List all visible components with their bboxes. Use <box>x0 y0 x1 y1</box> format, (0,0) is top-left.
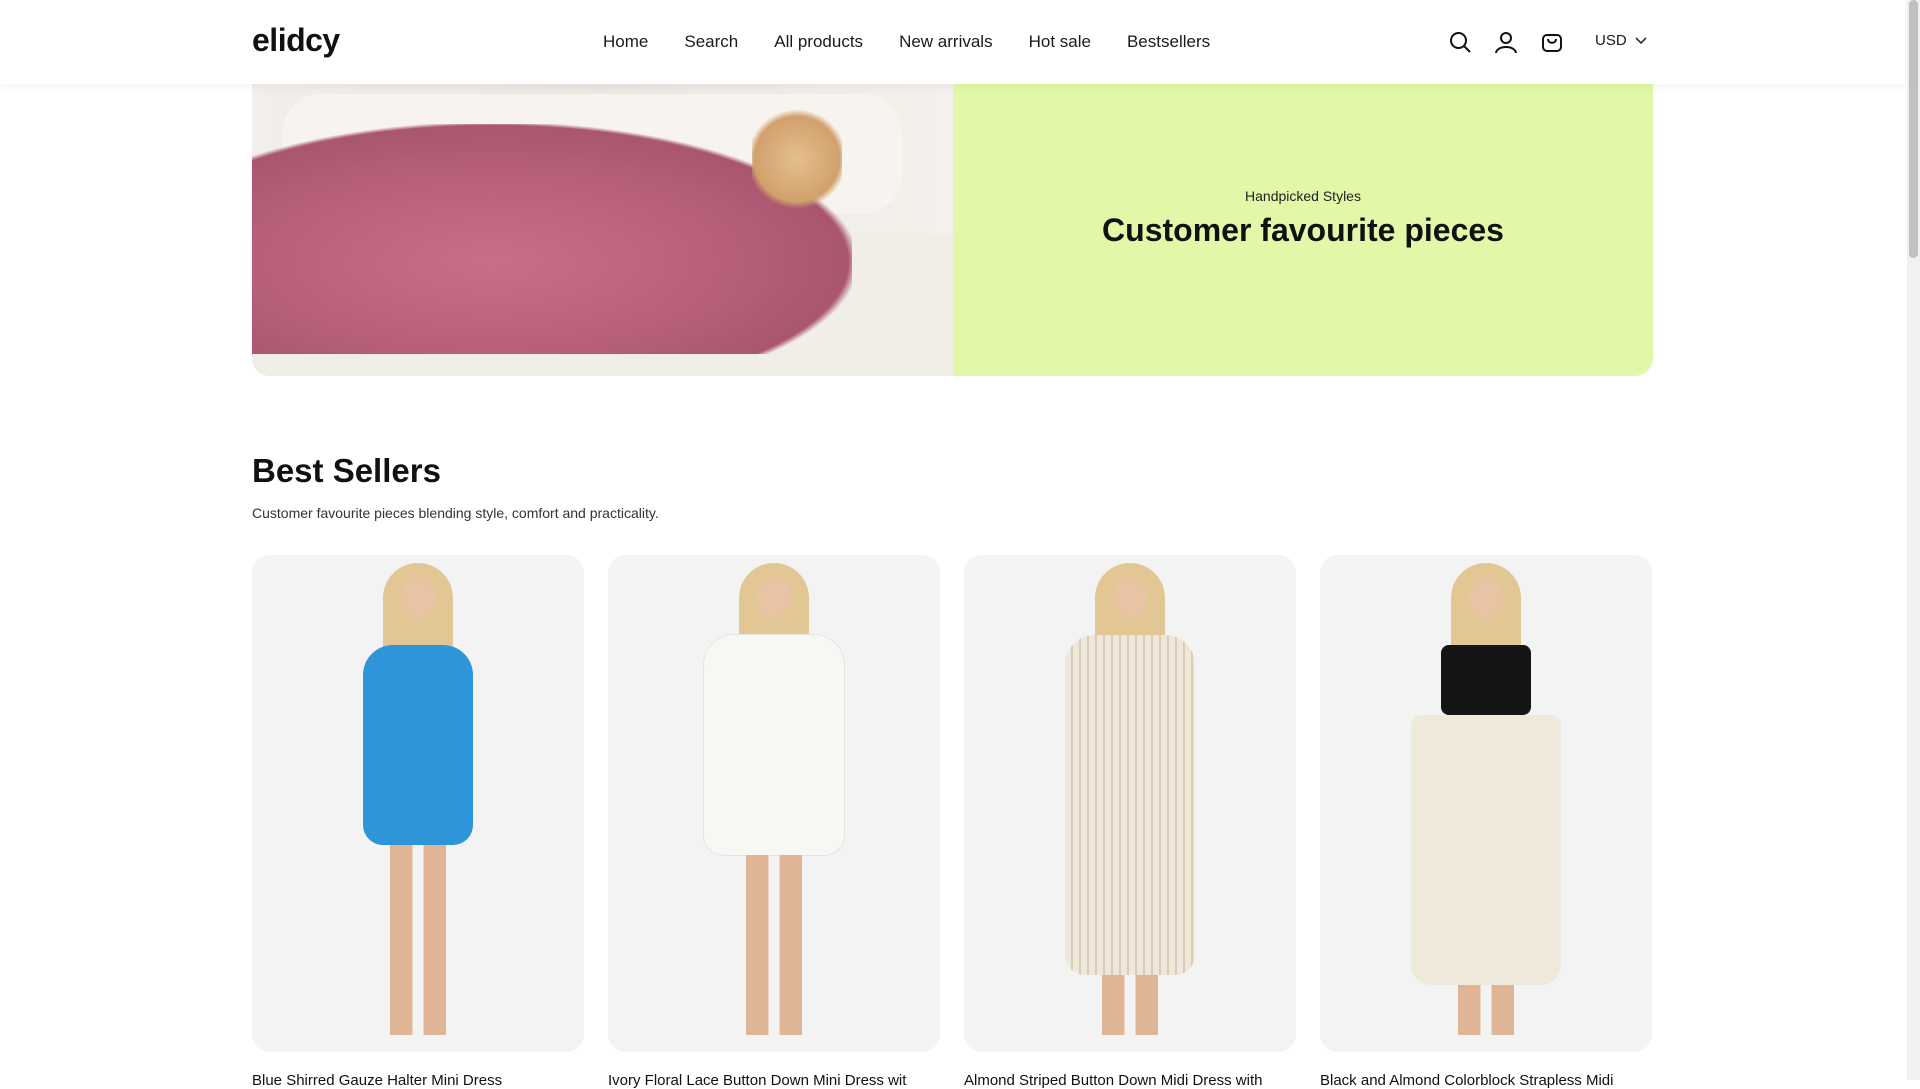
header-actions <box>1448 30 1564 54</box>
product-name[interactable]: Blue Shirred Gauze Halter Mini Dress <box>252 1072 584 1089</box>
nav-hot-sale[interactable]: Hot sale <box>1029 32 1091 52</box>
hero-text-panel: Handpicked Styles Customer favourite pie… <box>953 84 1653 376</box>
product-card[interactable]: Almond Striped Button Down Midi Dress wi… <box>964 555 1296 1089</box>
product-name[interactable]: Ivory Floral Lace Button Down Mini Dress… <box>608 1072 940 1089</box>
product-card[interactable]: Black and Almond Colorblock Strapless Mi… <box>1320 555 1652 1089</box>
nav-bestsellers[interactable]: Bestsellers <box>1127 32 1210 52</box>
hero-banner[interactable]: Handpicked Styles Customer favourite pie… <box>252 84 1653 376</box>
hero-subtitle: Handpicked Styles <box>1245 188 1361 204</box>
scrollbar-thumb[interactable] <box>1909 0 1918 258</box>
cart-icon[interactable] <box>1540 30 1564 54</box>
currency-label: USD <box>1595 32 1627 49</box>
site-header: elidcy Home Search All products New arri… <box>0 0 1905 84</box>
product-name[interactable]: Black and Almond Colorblock Strapless Mi… <box>1320 1072 1652 1089</box>
logo[interactable]: elidcy <box>252 22 340 59</box>
product-card[interactable]: Blue Shirred Gauze Halter Mini Dress <box>252 555 584 1089</box>
section-subtitle: Customer favourite pieces blending style… <box>252 505 659 521</box>
section-title: Best Sellers <box>252 452 441 489</box>
product-name[interactable]: Almond Striped Button Down Midi Dress wi… <box>964 1072 1296 1089</box>
hero-image <box>252 84 953 376</box>
user-icon[interactable] <box>1494 30 1518 54</box>
product-card[interactable]: Ivory Floral Lace Button Down Mini Dress… <box>608 555 940 1089</box>
nav-search[interactable]: Search <box>684 32 738 52</box>
hero-title: Customer favourite pieces <box>1102 212 1504 248</box>
product-image[interactable] <box>608 555 940 1052</box>
product-image[interactable] <box>252 555 584 1052</box>
search-icon[interactable] <box>1448 30 1472 54</box>
main-nav: Home Search All products New arrivals Ho… <box>603 32 1210 52</box>
product-image[interactable] <box>964 555 1296 1052</box>
nav-home[interactable]: Home <box>603 32 648 52</box>
nav-new-arrivals[interactable]: New arrivals <box>899 32 993 52</box>
currency-selector[interactable]: USD <box>1595 32 1647 49</box>
chevron-down-icon <box>1635 36 1647 44</box>
product-image[interactable] <box>1320 555 1652 1052</box>
nav-all-products[interactable]: All products <box>774 32 863 52</box>
